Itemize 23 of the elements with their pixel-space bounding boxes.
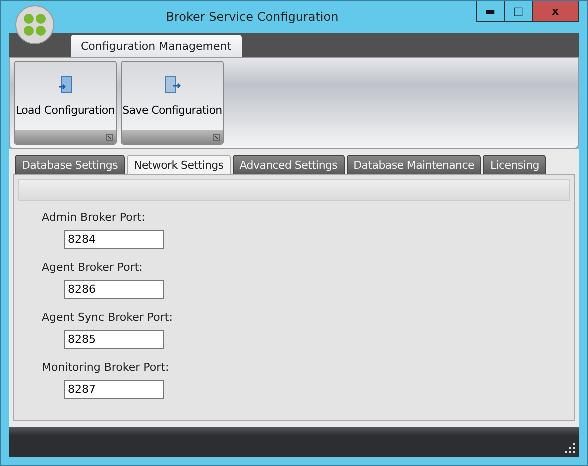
field-label: Agent Broker Port: bbox=[42, 261, 144, 274]
tab[interactable]: Licensing bbox=[483, 155, 546, 174]
tab[interactable]: Database Settings bbox=[15, 155, 126, 174]
port-field[interactable]: 8284 bbox=[64, 230, 164, 249]
resize-grip-icon[interactable] bbox=[565, 443, 575, 453]
window-title: Broker Service Configuration bbox=[165, 10, 340, 24]
port-field[interactable]: 8286 bbox=[64, 280, 164, 299]
tab[interactable]: Advanced Settings bbox=[232, 155, 345, 174]
ribbon-button[interactable]: Save Configuration bbox=[122, 62, 223, 130]
field-label: Agent Sync Broker Port: bbox=[42, 311, 174, 324]
close-button[interactable]: x bbox=[533, 1, 578, 21]
field-label: Monitoring Broker Port: bbox=[42, 361, 170, 374]
port-field[interactable]: 8287 bbox=[64, 380, 164, 399]
field-label: Admin Broker Port: bbox=[42, 211, 146, 224]
ribbon-button[interactable]: Load Configuration bbox=[15, 62, 116, 130]
file-arrow-icon bbox=[164, 76, 180, 94]
launcher-icon[interactable] bbox=[106, 134, 113, 140]
file-arrow-icon bbox=[58, 76, 74, 94]
launcher-icon[interactable] bbox=[213, 134, 220, 140]
port-field[interactable]: 8285 bbox=[64, 330, 164, 349]
tab[interactable]: Network Settings bbox=[127, 155, 231, 174]
ribbon-tab[interactable]: Configuration Management bbox=[71, 35, 242, 57]
tab[interactable]: Database Maintenance bbox=[346, 155, 482, 174]
